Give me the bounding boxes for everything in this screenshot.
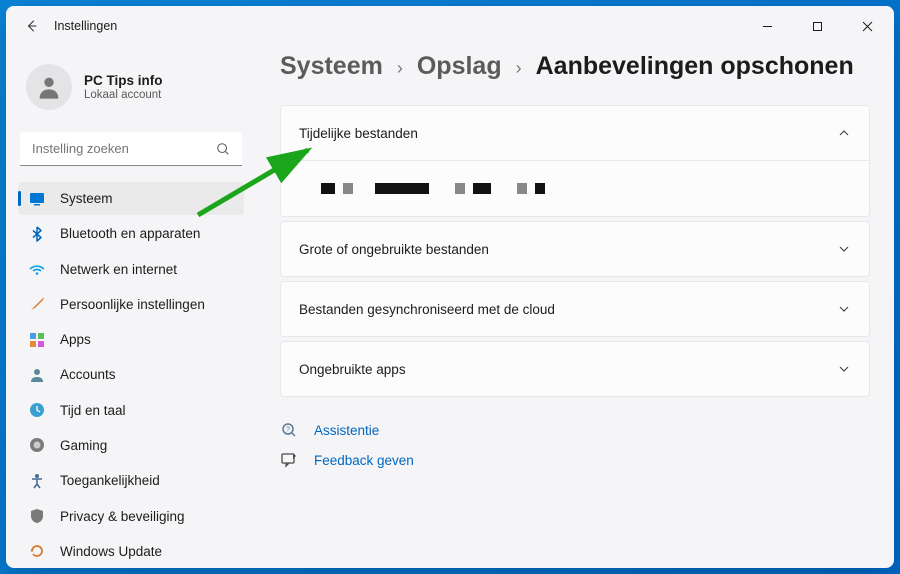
crumb-sep-icon: › — [516, 58, 522, 79]
card-temporary-files: Tijdelijke bestanden — [280, 105, 870, 217]
back-arrow-icon — [25, 19, 39, 33]
avatar — [26, 64, 72, 110]
brush-icon — [28, 295, 46, 313]
bluetooth-icon — [28, 225, 46, 243]
nav-windows-update[interactable]: Windows Update — [18, 535, 244, 568]
nav-label: Accounts — [60, 367, 116, 382]
nav-system[interactable]: Systeem — [18, 182, 244, 215]
feedback-link[interactable]: Feedback geven — [280, 451, 870, 469]
profile-name: PC Tips info — [84, 73, 163, 88]
nav-label: Gaming — [60, 438, 107, 453]
shield-icon — [28, 507, 46, 525]
footer-links: ? Assistentie Feedback geven — [280, 421, 870, 469]
nav-label: Bluetooth en apparaten — [60, 226, 200, 241]
gaming-icon — [28, 436, 46, 454]
chevron-down-icon — [837, 242, 851, 256]
person-icon — [35, 73, 63, 101]
maximize-icon — [812, 21, 823, 32]
time-icon — [28, 401, 46, 419]
nav-label: Apps — [60, 332, 91, 347]
system-icon — [28, 190, 46, 208]
profile-subtitle: Lokaal account — [84, 89, 163, 101]
redacted-icon — [517, 183, 527, 194]
nav: Systeem Bluetooth en apparaten Netwerk e… — [12, 182, 250, 568]
card-unused-apps: Ongebruikte apps — [280, 341, 870, 397]
crumb-system[interactable]: Systeem — [280, 52, 383, 81]
redacted-icon — [535, 183, 545, 194]
chevron-down-icon — [837, 302, 851, 316]
redacted-icon — [455, 183, 465, 194]
feedback-icon — [280, 451, 298, 469]
profile-text: PC Tips info Lokaal account — [84, 73, 163, 101]
profile-section[interactable]: PC Tips info Lokaal account — [12, 46, 250, 132]
card-header[interactable]: Grote of ongebruikte bestanden — [281, 222, 869, 276]
nav-network[interactable]: Netwerk en internet — [18, 253, 244, 286]
main-content: Systeem › Opslag › Aanbevelingen opschon… — [256, 46, 894, 568]
apps-icon — [28, 331, 46, 349]
window-title: Instellingen — [54, 19, 117, 33]
titlebar: Instellingen — [6, 6, 894, 46]
maximize-button[interactable] — [802, 12, 832, 40]
settings-window: Instellingen PC Tips info Lokaal accoun — [6, 6, 894, 568]
nav-label: Privacy & beveiliging — [60, 509, 185, 524]
chevron-up-icon — [837, 126, 851, 140]
nav-gaming[interactable]: Gaming — [18, 429, 244, 462]
card-header[interactable]: Tijdelijke bestanden — [281, 106, 869, 160]
crumb-storage[interactable]: Opslag — [417, 52, 502, 81]
card-body — [281, 160, 869, 216]
card-title: Tijdelijke bestanden — [299, 126, 418, 141]
redacted-icon — [343, 183, 353, 194]
minimize-icon — [762, 21, 773, 32]
nav-bluetooth[interactable]: Bluetooth en apparaten — [18, 217, 244, 250]
nav-apps[interactable]: Apps — [18, 323, 244, 356]
redacted-icon — [375, 183, 429, 194]
nav-label: Tijd en taal — [60, 403, 126, 418]
card-large-unused: Grote of ongebruikte bestanden — [280, 221, 870, 277]
close-icon — [862, 21, 873, 32]
network-icon — [28, 260, 46, 278]
nav-privacy[interactable]: Privacy & beveiliging — [18, 499, 244, 532]
search-input[interactable] — [20, 132, 242, 166]
nav-time-language[interactable]: Tijd en taal — [18, 394, 244, 427]
nav-label: Systeem — [60, 191, 113, 206]
nav-label: Netwerk en internet — [60, 262, 177, 277]
svg-text:?: ? — [286, 427, 290, 434]
minimize-button[interactable] — [752, 12, 782, 40]
window-controls — [752, 12, 882, 40]
card-title: Grote of ongebruikte bestanden — [299, 242, 489, 257]
nav-accounts[interactable]: Accounts — [18, 358, 244, 391]
nav-personalization[interactable]: Persoonlijke instellingen — [18, 288, 244, 321]
nav-label: Persoonlijke instellingen — [60, 297, 205, 312]
chevron-down-icon — [837, 362, 851, 376]
card-cloud-synced: Bestanden gesynchroniseerd met de cloud — [280, 281, 870, 337]
card-header[interactable]: Bestanden gesynchroniseerd met de cloud — [281, 282, 869, 336]
redacted-icon — [321, 183, 335, 194]
search-wrap — [20, 132, 242, 166]
accounts-icon — [28, 366, 46, 384]
crumb-sep-icon: › — [397, 58, 403, 79]
search-icon — [216, 142, 230, 156]
sidebar: PC Tips info Lokaal account Systeem Blue… — [6, 46, 256, 568]
nav-label: Toegankelijkheid — [60, 473, 160, 488]
card-title: Bestanden gesynchroniseerd met de cloud — [299, 302, 555, 317]
update-icon — [28, 542, 46, 560]
help-icon: ? — [280, 421, 298, 439]
breadcrumb: Systeem › Opslag › Aanbevelingen opschon… — [280, 52, 870, 81]
card-header[interactable]: Ongebruikte apps — [281, 342, 869, 396]
redacted-icon — [473, 183, 491, 194]
help-link[interactable]: ? Assistentie — [280, 421, 870, 439]
nav-label: Windows Update — [60, 544, 162, 559]
nav-accessibility[interactable]: Toegankelijkheid — [18, 464, 244, 497]
back-button[interactable] — [18, 12, 46, 40]
card-title: Ongebruikte apps — [299, 362, 406, 377]
help-label: Assistentie — [314, 423, 379, 438]
content: PC Tips info Lokaal account Systeem Blue… — [6, 46, 894, 568]
close-button[interactable] — [852, 12, 882, 40]
accessibility-icon — [28, 472, 46, 490]
crumb-current: Aanbevelingen opschonen — [536, 52, 854, 81]
feedback-label: Feedback geven — [314, 453, 414, 468]
